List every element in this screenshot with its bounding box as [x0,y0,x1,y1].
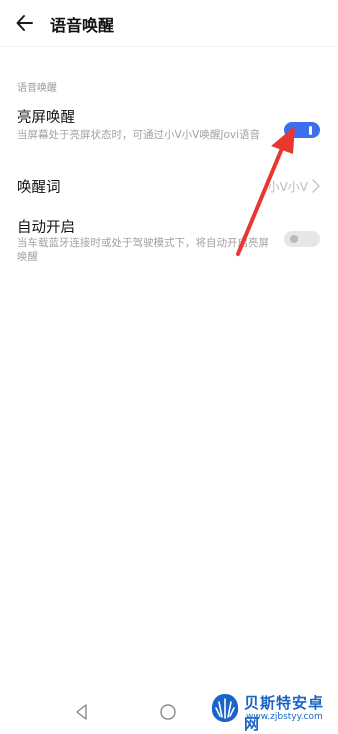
setting-description: 当屏幕处于亮屏状态时，可通过小V小V唤醒Jovi语音 [17,129,261,141]
shell-logo-icon [211,694,239,722]
watermark: 贝斯特安卓网 www.zjbstyy.com [206,689,336,733]
toggle-knob [290,235,298,243]
auto-start-toggle[interactable] [284,231,320,247]
wake-word-value: 小V小V [267,180,308,194]
setting-title: 唤醒词 [17,180,61,196]
setting-row-auto-start[interactable]: 自动开启 当车载蓝牙连接时或处于驾驶模式下，将自动开启亮屏唤醒 [0,214,338,268]
screen-wake-toggle[interactable] [284,122,320,138]
section-label: 语音唤醒 [17,83,57,94]
page-title: 语音唤醒 [50,16,115,35]
chevron-right-icon [312,179,320,193]
toggle-knob [309,125,312,135]
setting-row-wake-word[interactable]: 唤醒词 小V小V [0,172,338,198]
setting-description: 当车载蓝牙连接时或处于驾驶模式下，将自动开启亮屏唤醒 [17,237,269,263]
watermark-url: www.zjbstyy.com [246,712,323,722]
setting-title: 自动开启 [17,220,75,236]
setting-title: 亮屏唤醒 [17,110,75,126]
triangle-back-icon[interactable] [70,700,94,724]
back-arrow-icon[interactable] [12,10,38,36]
setting-row-screen-wake[interactable]: 亮屏唤醒 当屏幕处于亮屏状态时，可通过小V小V唤醒Jovi语音 [0,104,338,158]
circle-home-icon[interactable] [156,700,180,724]
top-app-bar: 语音唤醒 [0,0,338,47]
